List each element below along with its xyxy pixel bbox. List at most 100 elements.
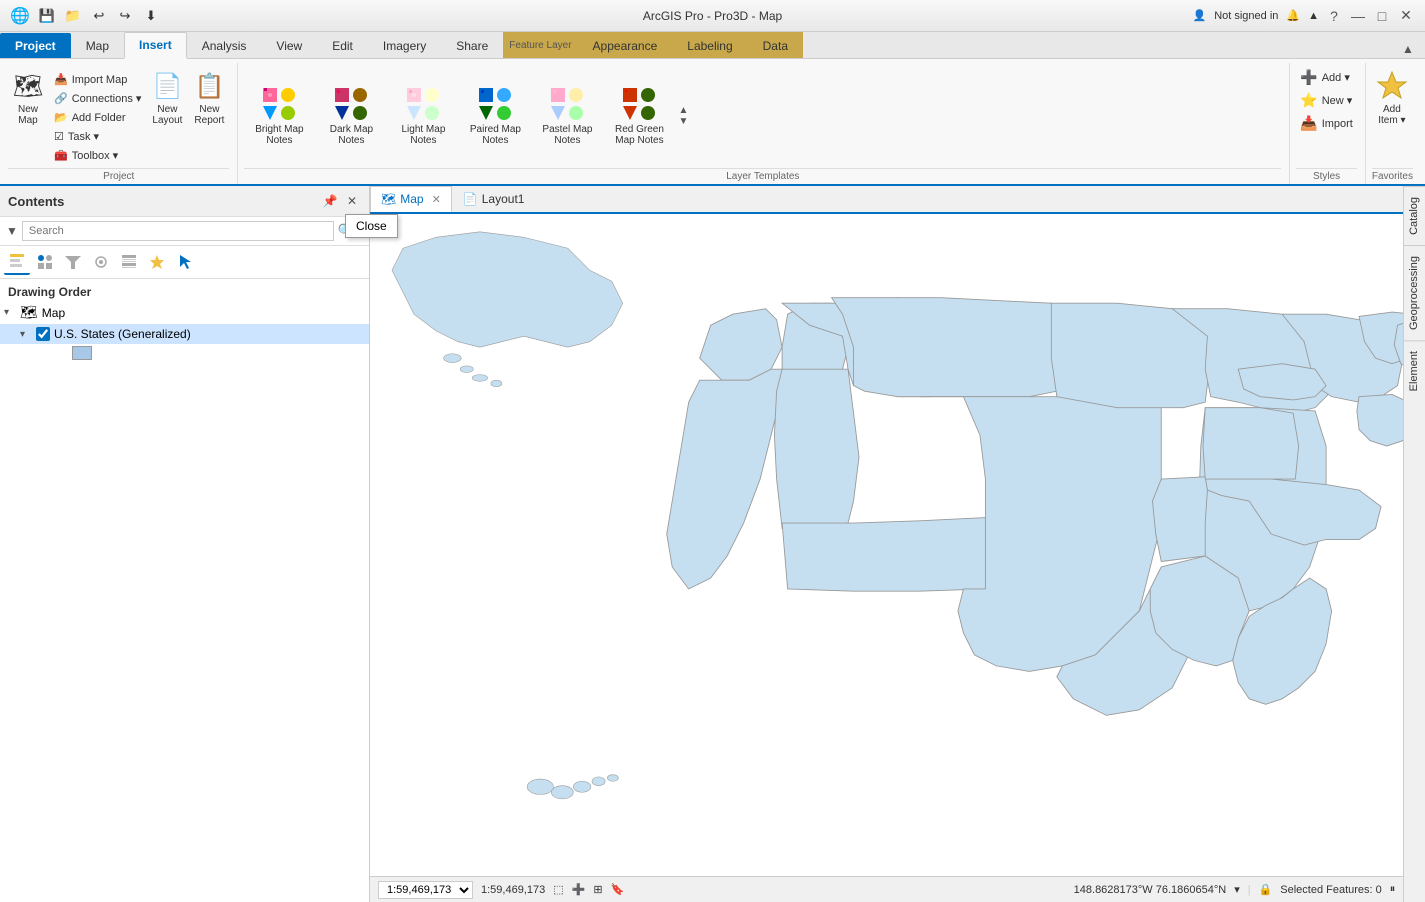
- tab-insert[interactable]: Insert: [124, 32, 187, 59]
- import-style-btn[interactable]: 📥 Import: [1296, 113, 1357, 134]
- favorites-group-content: AddItem ▾: [1372, 63, 1412, 168]
- drawing-order-label: Drawing Order: [0, 279, 369, 301]
- new-report-btn[interactable]: 📋 NewReport: [189, 67, 229, 129]
- by-type-btn[interactable]: [32, 249, 58, 275]
- ribbon-content: 🗺 NewMap 📥 Import Map 🔗 Connections ▾ 📂 …: [0, 59, 1425, 184]
- paired-map-notes-btn[interactable]: Paired MapNotes: [460, 82, 530, 150]
- map-canvas[interactable]: [370, 214, 1425, 876]
- state-mt-wy: [832, 298, 1057, 397]
- contents-close-btn[interactable]: ✕: [343, 192, 361, 210]
- light-map-notes-label: Light MapNotes: [401, 124, 445, 146]
- ribbon-group-favorites: AddItem ▾ Favorites: [1368, 63, 1421, 184]
- maximize-btn[interactable]: □: [1373, 7, 1391, 25]
- add-folder-btn[interactable]: 📂 Add Folder: [50, 109, 145, 126]
- scroll-down-btn[interactable]: ▼: [678, 116, 688, 127]
- expand-icon[interactable]: ▲: [1308, 10, 1319, 22]
- tab-appearance[interactable]: Appearance: [578, 33, 673, 58]
- us-states-checkbox[interactable]: [36, 327, 50, 341]
- pastel-map-notes-btn[interactable]: Pastel MapNotes: [532, 82, 602, 150]
- bookmark-btn[interactable]: 🔖: [611, 883, 625, 896]
- quick-open-btn[interactable]: 📁: [62, 5, 84, 27]
- add-item-label: AddItem ▾: [1378, 104, 1405, 126]
- edit-visibility-btn[interactable]: [88, 249, 114, 275]
- tree-item-map[interactable]: ▾ 🗺 Map: [0, 301, 369, 324]
- catalog-tab[interactable]: Catalog: [1404, 186, 1425, 245]
- paired-map-notes-icon: [477, 86, 513, 122]
- bright-map-notes-btn[interactable]: Bright MapNotes: [244, 82, 314, 150]
- tab-labeling[interactable]: Labeling: [672, 33, 747, 58]
- us-states-swatch[interactable]: [72, 346, 92, 360]
- paired-map-notes-label: Paired MapNotes: [470, 124, 521, 146]
- scale-label: 1:59,469,173: [481, 884, 545, 896]
- dark-map-notes-btn[interactable]: Dark MapNotes: [316, 82, 386, 150]
- map-tab-layout1[interactable]: 📄 Layout1: [452, 186, 536, 212]
- new-layout-btn[interactable]: 📄 NewLayout: [147, 67, 187, 129]
- new-layout-label: NewLayout: [152, 104, 182, 126]
- light-map-notes-btn[interactable]: Light MapNotes: [388, 82, 458, 150]
- select-btn[interactable]: [172, 249, 198, 275]
- connections-btn[interactable]: 🔗 Connections ▾: [50, 90, 145, 107]
- map-tab-layout1-icon: 📄: [463, 192, 478, 206]
- notification-icon[interactable]: 🔔: [1286, 9, 1300, 22]
- minimize-btn[interactable]: —: [1349, 7, 1367, 25]
- map-area: 🗺 Map ✕ 📄 Layout1 ▾: [370, 186, 1425, 902]
- tab-imagery[interactable]: Imagery: [368, 33, 441, 58]
- close-tooltip[interactable]: Close: [345, 214, 398, 238]
- red-green-map-notes-icon: [621, 86, 657, 122]
- pause-btn[interactable]: ⏸: [1390, 883, 1396, 896]
- help-btn[interactable]: ?: [1325, 7, 1343, 25]
- map-tab-map-close[interactable]: ✕: [432, 193, 441, 206]
- coordinates-dropdown[interactable]: ▾: [1234, 883, 1240, 896]
- by-drawing-order-btn[interactable]: [4, 249, 30, 275]
- toolbox-btn[interactable]: 🧰 Toolbox ▾: [50, 147, 145, 164]
- contents-pin-btn[interactable]: 📌: [321, 192, 339, 210]
- filter-btn[interactable]: [60, 249, 86, 275]
- toolbox-icon: 🧰: [54, 149, 68, 162]
- add-item-btn[interactable]: AddItem ▾: [1372, 67, 1412, 129]
- quick-save-btn[interactable]: 💾: [36, 5, 58, 27]
- tab-share[interactable]: Share: [441, 33, 503, 58]
- lock-icon: 🔒: [1259, 883, 1273, 896]
- add-style-label: Add ▾: [1322, 71, 1350, 84]
- tab-data[interactable]: Data: [748, 33, 803, 58]
- contents-title: Contents: [8, 194, 64, 209]
- quick-undo-btn[interactable]: ↩: [88, 5, 110, 27]
- map-tab-map-icon: 🗺: [381, 192, 396, 206]
- highlight-btn[interactable]: [144, 249, 170, 275]
- new-style-btn[interactable]: ⭐ New ▾: [1296, 90, 1356, 111]
- dark-map-notes-label: Dark MapNotes: [330, 124, 373, 146]
- user-label[interactable]: Not signed in: [1214, 10, 1278, 22]
- fit-to-window-btn[interactable]: ⬚: [553, 883, 563, 896]
- quick-redo-btn[interactable]: ↪: [114, 5, 136, 27]
- tab-analysis[interactable]: Analysis: [187, 33, 262, 58]
- add-style-btn[interactable]: ➕ Add ▾: [1296, 67, 1354, 88]
- red-green-map-notes-btn[interactable]: Red GreenMap Notes: [604, 82, 674, 150]
- close-btn[interactable]: ✕: [1397, 7, 1415, 25]
- tab-view[interactable]: View: [261, 33, 317, 58]
- quick-more-btn[interactable]: ⬇: [140, 5, 162, 27]
- geoprocessing-tab[interactable]: Geoprocessing: [1404, 245, 1425, 340]
- tab-edit[interactable]: Edit: [317, 33, 368, 58]
- new-map-btn[interactable]: 🗺 NewMap: [8, 67, 48, 129]
- element-tab[interactable]: Element: [1404, 340, 1425, 401]
- import-map-btn[interactable]: 📥 Import Map: [50, 71, 145, 88]
- task-btn[interactable]: ☑ Task ▾: [50, 128, 145, 145]
- dark-map-notes-icon: [333, 86, 369, 122]
- scroll-up-btn[interactable]: ▲: [678, 105, 688, 116]
- favorites-group-label: Favorites: [1372, 168, 1413, 184]
- tab-map[interactable]: Map: [71, 33, 124, 58]
- table-view-btn[interactable]: [116, 249, 142, 275]
- tree-item-us-states[interactable]: ▾ U.S. States (Generalized): [0, 324, 369, 344]
- state-ar-mo: [1152, 477, 1207, 562]
- us-states-swatch-row: [0, 344, 369, 362]
- contents-toolbar: [0, 246, 369, 279]
- tab-project[interactable]: Project: [0, 33, 71, 58]
- ribbon-collapse-btn[interactable]: ▲: [1399, 40, 1417, 58]
- grid-btn[interactable]: ⊞: [593, 883, 602, 896]
- map-tab-map[interactable]: 🗺 Map ✕: [370, 186, 452, 212]
- zoom-in-btn[interactable]: ➕: [572, 883, 586, 896]
- connections-label: Connections ▾: [72, 92, 142, 105]
- search-input[interactable]: [22, 221, 334, 241]
- pastel-map-notes-icon: [549, 86, 585, 122]
- styles-group-label: Styles: [1296, 168, 1357, 184]
